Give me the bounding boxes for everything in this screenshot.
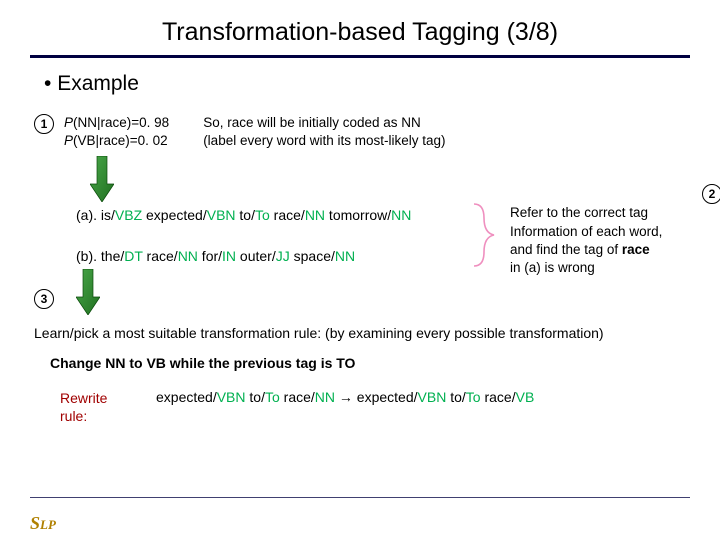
- s2-l3-pre: and find the tag of: [510, 242, 622, 257]
- rw5: race/: [481, 389, 516, 405]
- rw-l2: rule:: [60, 407, 116, 425]
- so-line-2: (label every word with its most-likely t…: [203, 132, 445, 150]
- tag-in: IN: [222, 248, 236, 264]
- p2-body: (VB|race)=0. 02: [73, 133, 168, 148]
- rw1: expected/: [156, 389, 217, 405]
- p2-var: P: [64, 133, 73, 148]
- tag-nn-b2: NN: [335, 248, 355, 264]
- rw-t5: To: [466, 389, 481, 405]
- ex-a-m3: race/: [270, 207, 305, 223]
- step-1-row: 1 P(NN|race)=0. 98 P(VB|race)=0. 02 So, …: [34, 114, 690, 150]
- rw-t3: NN: [315, 389, 335, 405]
- so-line-1: So, race will be initially coded as NN: [203, 114, 445, 132]
- rw-arrow: → expected/: [335, 389, 418, 405]
- examples: (a). is/VBZ expected/VBN to/To race/NN t…: [76, 206, 411, 264]
- ex-b-m2: for/: [198, 248, 222, 264]
- title-rule: [30, 55, 690, 58]
- examples-area: (a). is/VBZ expected/VBN to/To race/NN t…: [30, 206, 690, 264]
- logo-s: S: [30, 513, 40, 533]
- tag-nn: NN: [305, 207, 325, 223]
- logo: SLP: [30, 513, 56, 534]
- brace-icon: [470, 202, 500, 273]
- ex-a-pre: (a). is/: [76, 207, 115, 223]
- ex-b-pre: (b). the/: [76, 248, 124, 264]
- p1-body: (NN|race)=0. 98: [73, 115, 169, 130]
- tag-vbn: VBN: [207, 207, 236, 223]
- rw2: to/: [246, 389, 265, 405]
- s2-l3: and find the tag of race: [510, 241, 720, 259]
- arrow-down-icon-2: [76, 269, 100, 320]
- example-bullet: Example: [44, 72, 690, 96]
- tag-dt: DT: [124, 248, 142, 264]
- tag-nn-b: NN: [178, 248, 198, 264]
- rw-t1: VBN: [217, 389, 246, 405]
- p1-var: P: [64, 115, 73, 130]
- ex-b-m4: space/: [290, 248, 335, 264]
- s2-l2: Information of each word,: [510, 223, 720, 241]
- step-1-note: So, race will be initially coded as NN (…: [203, 114, 445, 150]
- tag-to: To: [255, 207, 270, 223]
- ex-a-m4: tomorrow/: [325, 207, 391, 223]
- rw-t2: To: [265, 389, 280, 405]
- step-3-badge: 3: [34, 289, 54, 309]
- rw-l1: Rewrite: [60, 389, 116, 407]
- tag-jj: JJ: [276, 248, 290, 264]
- transformation-rule: Change NN to VB while the previous tag i…: [50, 355, 690, 371]
- example-b: (b). the/DT race/NN for/IN outer/JJ spac…: [76, 247, 411, 265]
- slide: Transformation-based Tagging (3/8) Examp…: [0, 0, 720, 540]
- ex-a-m1: expected/: [142, 207, 207, 223]
- rw-t6: VB: [516, 389, 535, 405]
- learn-text: Learn/pick a most suitable transformatio…: [34, 325, 690, 341]
- ex-b-m1: race/: [143, 248, 178, 264]
- ex-a-m2: to/: [236, 207, 255, 223]
- s2-l3-b: race: [622, 242, 650, 257]
- rewrite-label: Rewrite rule:: [60, 389, 116, 425]
- rw4: to/: [446, 389, 465, 405]
- rewrite-row: Rewrite rule: expected/VBN to/To race/NN…: [60, 389, 690, 425]
- footer-rule: [30, 497, 690, 498]
- arrow-down-icon: [90, 156, 110, 202]
- example-a: (a). is/VBZ expected/VBN to/To race/NN t…: [76, 206, 411, 224]
- step-1-badge: 1: [34, 114, 54, 134]
- tag-vbz: VBZ: [115, 207, 142, 223]
- probability-box: P(NN|race)=0. 98 P(VB|race)=0. 02: [64, 114, 169, 150]
- ex-b-m3: outer/: [236, 248, 276, 264]
- rw3: race/: [280, 389, 315, 405]
- step-3-area: 3 Learn/pick a most suitable transformat…: [34, 275, 690, 425]
- step-2-note: 2 Refer to the correct tag Information o…: [510, 186, 720, 277]
- step-2-badge: 2: [702, 184, 720, 204]
- page-title: Transformation-based Tagging (3/8): [30, 18, 690, 47]
- rw-t4: VBN: [418, 389, 447, 405]
- tag-nn-2: NN: [391, 207, 411, 223]
- logo-lp: LP: [40, 517, 56, 532]
- rewrite-body: expected/VBN to/To race/NN → expected/VB…: [156, 389, 534, 405]
- s2-l1: Refer to the correct tag: [510, 204, 720, 222]
